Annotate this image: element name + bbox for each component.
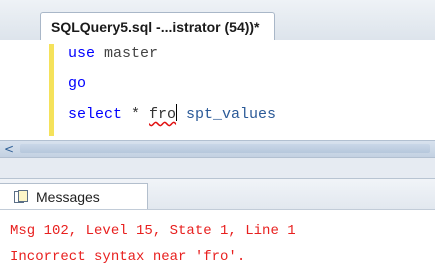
- code-line-3[interactable]: select * fro spt_values: [68, 104, 276, 125]
- scrollbar-track[interactable]: [20, 144, 430, 153]
- query-document-tab-label: SQLQuery5.sql -...istrator (54))*: [51, 18, 260, 35]
- results-pane: Messages Msg 102, Level 15, State 1, Lin…: [0, 178, 435, 276]
- document-tab-strip: SQLQuery5.sql -...istrator (54))*: [0, 0, 435, 41]
- results-tab-strip: Messages: [0, 179, 435, 210]
- code-text-star: *: [122, 106, 150, 123]
- change-tracking-marker: [49, 44, 54, 136]
- splitter[interactable]: [0, 158, 435, 178]
- code-line-1[interactable]: use master: [68, 44, 158, 64]
- messages-icon: [14, 190, 28, 203]
- horizontal-scrollbar[interactable]: <: [0, 140, 435, 158]
- scroll-left-arrow-icon[interactable]: <: [2, 141, 16, 157]
- ssms-query-window: SQLQuery5.sql -...istrator (54))* use ma…: [0, 0, 435, 276]
- tab-messages-label: Messages: [36, 188, 100, 205]
- query-document-tab[interactable]: SQLQuery5.sql -...istrator (54))*: [40, 12, 275, 40]
- code-line-2[interactable]: go: [68, 74, 86, 94]
- code-text-master: master: [95, 45, 159, 62]
- query-editor[interactable]: use master go select * fro spt_values: [0, 40, 435, 140]
- keyword-go: go: [68, 75, 87, 92]
- error-message-line-2: Incorrect syntax near 'fro'.: [10, 249, 246, 265]
- syntax-error-token: fro: [149, 106, 177, 123]
- keyword-select: select: [68, 106, 123, 123]
- tab-messages[interactable]: Messages: [0, 183, 148, 209]
- error-message-line-1: Msg 102, Level 15, State 1, Line 1: [10, 223, 296, 239]
- keyword-use: use: [68, 45, 96, 62]
- code-text-table: spt_values: [177, 106, 277, 123]
